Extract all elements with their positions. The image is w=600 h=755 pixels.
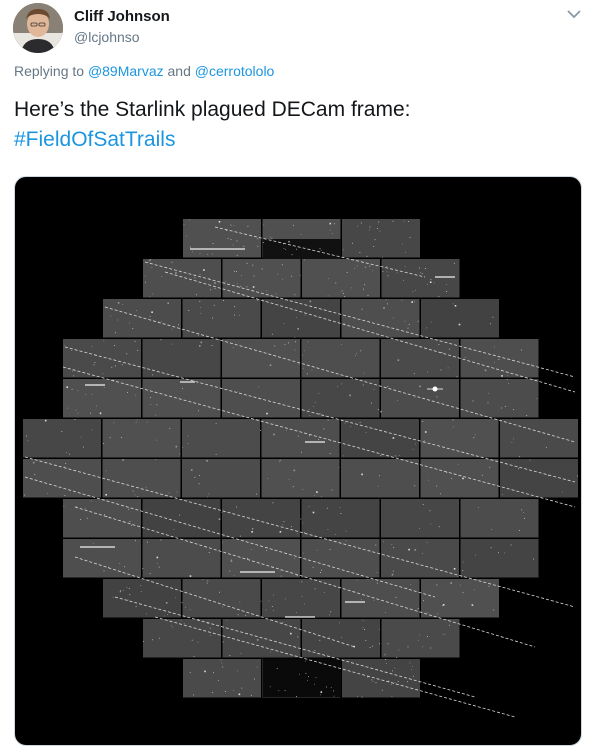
hashtag-link[interactable]: #FieldOfSatTrails (14, 125, 584, 155)
author-handle[interactable]: @lcjohnso (74, 29, 140, 45)
replying-to-prefix: Replying to (14, 63, 85, 79)
tweet-body-text: Here’s the Starlink plagued DECam frame: (14, 98, 411, 121)
ccd-chips (23, 219, 578, 698)
tweet-card: Cliff Johnson @lcjohnso Replying to @89M… (0, 0, 600, 755)
tweet-text: Here’s the Starlink plagued DECam frame:… (14, 95, 584, 155)
star-field (24, 219, 578, 698)
user-avatar-icon (13, 3, 63, 53)
decam-mosaic-image (23, 219, 578, 718)
replying-to-line: Replying to @89Marvaz and @cerrotololo (14, 63, 274, 79)
reply-mention-cerrotololo[interactable]: @cerrotololo (195, 63, 275, 79)
author-name[interactable]: Cliff Johnson (74, 8, 170, 25)
tweet-media-image[interactable] (14, 176, 582, 746)
reply-mention-89marvaz[interactable]: @89Marvaz (88, 63, 164, 79)
reply-joiner: and (167, 63, 191, 79)
author-avatar[interactable] (13, 3, 63, 53)
chevron-down-icon[interactable] (566, 7, 582, 19)
